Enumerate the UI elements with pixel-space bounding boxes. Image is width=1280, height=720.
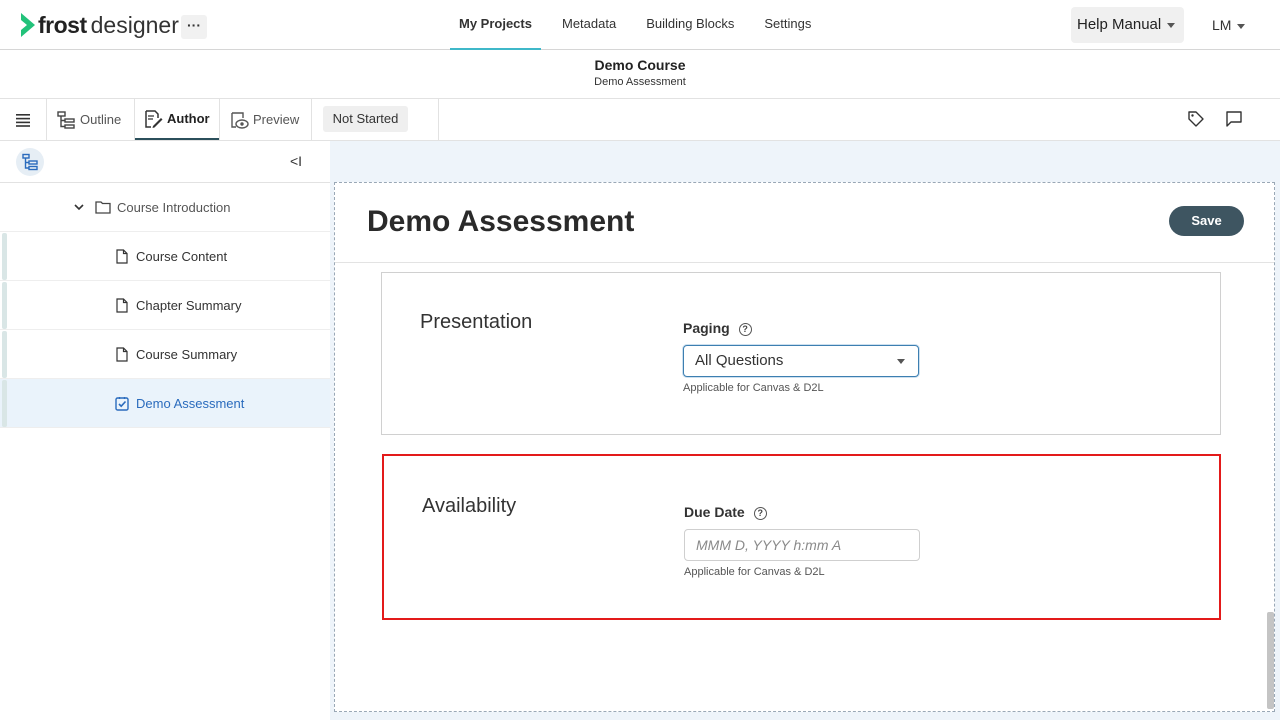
tag-icon <box>1188 111 1204 127</box>
user-menu[interactable]: LM <box>1212 7 1246 43</box>
author-edit-icon <box>145 109 163 128</box>
main-nav: My Projects Metadata Building Blocks Set… <box>450 0 832 50</box>
due-date-label-row: Due Date? <box>684 504 767 520</box>
course-subtitle: Demo Assessment <box>594 76 686 88</box>
hamburger-icon <box>16 113 30 127</box>
toolbar-divider <box>311 99 312 140</box>
assessment-check-icon <box>115 396 129 411</box>
sidebar-item-label: Chapter Summary <box>136 297 242 313</box>
help-circle-icon[interactable]: ? <box>753 507 767 520</box>
sidebar-item-course-content[interactable]: Course Content <box>0 232 330 281</box>
page-icon <box>116 297 128 313</box>
folder-icon <box>95 201 111 214</box>
level-indicator <box>2 331 7 378</box>
sidebar-item-label: Course Content <box>136 248 228 264</box>
logo-text: designer <box>90 11 179 38</box>
sidebar-item-demo-assessment[interactable]: Demo Assessment <box>0 379 330 428</box>
paging-hint: Applicable for Canvas & D2L <box>683 382 824 394</box>
paging-label: Paging <box>683 320 730 336</box>
course-title: Demo Course <box>594 57 686 73</box>
tab-outline-label: Outline <box>80 112 122 127</box>
user-initials: LM <box>1212 17 1232 33</box>
help-manual-dropdown[interactable]: Help Manual <box>1071 7 1184 43</box>
tab-preview[interactable]: Preview <box>229 99 299 140</box>
collapse-sidebar-button[interactable]: <I <box>290 153 302 169</box>
sidebar-item-chapter-summary[interactable]: Chapter Summary <box>0 281 330 330</box>
help-manual-label: Help Manual <box>1077 16 1162 33</box>
availability-heading: Availability <box>422 495 517 517</box>
status-badge[interactable]: Not Started <box>323 106 408 132</box>
chevron-down-icon <box>1167 22 1176 28</box>
sidebar-item-label: Course Introduction <box>117 199 231 215</box>
page-title: Demo Assessment <box>367 205 635 238</box>
save-button[interactable]: Save <box>1169 206 1244 236</box>
tab-outline[interactable]: Outline <box>56 99 121 140</box>
presentation-section: Presentation Paging? All Questions Appli… <box>381 272 1221 435</box>
chevron-down-icon <box>1237 23 1246 29</box>
sidebar-item-course-summary[interactable]: Course Summary <box>0 330 330 379</box>
help-circle-icon[interactable]: ? <box>738 323 752 336</box>
editor-header: Demo Assessment Save <box>335 183 1274 263</box>
editor-toolbar: Outline Author Preview Not Started <box>0 99 1280 141</box>
top-navbar: frost designer ··· My Projects Metadata … <box>0 0 1280 50</box>
hamburger-menu-button[interactable] <box>0 99 47 140</box>
level-indicator <box>2 233 7 280</box>
due-date-label: Due Date <box>684 504 745 520</box>
outline-tree-icon <box>57 110 75 129</box>
toolbar-divider <box>219 99 220 140</box>
toolbar-divider <box>438 99 439 140</box>
comment-icon <box>1226 111 1242 127</box>
nav-my-projects[interactable]: My Projects <box>450 0 541 50</box>
logo-arrow-icon <box>21 13 35 37</box>
sidebar-item-label: Course Summary <box>136 346 238 362</box>
content-scrollbar[interactable] <box>1267 612 1274 709</box>
paging-select-value: All Questions <box>695 352 784 369</box>
tab-author-label: Author <box>167 111 210 126</box>
level-indicator <box>2 282 7 329</box>
tab-author[interactable]: Author <box>135 99 219 140</box>
paging-label-row: Paging? <box>683 320 752 336</box>
logo-text-bold: frost <box>38 11 87 38</box>
due-date-hint: Applicable for Canvas & D2L <box>684 566 825 578</box>
presentation-heading: Presentation <box>420 311 533 333</box>
due-date-input[interactable] <box>684 529 920 561</box>
comment-button[interactable] <box>1225 110 1243 133</box>
sidebar-header: <I <box>0 141 330 183</box>
nav-settings[interactable]: Settings <box>755 0 820 50</box>
outline-sidebar: <I Course Introduction Course Content Ch… <box>0 141 330 720</box>
nav-metadata[interactable]: Metadata <box>553 0 625 50</box>
level-indicator <box>2 380 7 427</box>
tag-button[interactable] <box>1187 110 1205 133</box>
frost-designer-logo[interactable]: frost designer <box>20 10 179 40</box>
chevron-down-icon <box>74 204 84 211</box>
chevron-down-icon <box>897 359 905 364</box>
assessment-editor-panel: Demo Assessment Save Presentation Paging… <box>334 182 1275 712</box>
tree-view-icon <box>22 153 38 171</box>
page-icon <box>116 346 128 362</box>
nav-building-blocks[interactable]: Building Blocks <box>637 0 743 50</box>
paging-select[interactable]: All Questions <box>683 345 919 377</box>
sidebar-item-label: Demo Assessment <box>136 395 245 411</box>
preview-eye-icon <box>231 111 249 129</box>
tree-view-button[interactable] <box>16 148 44 176</box>
availability-section: Availability Due Date? Applicable for Ca… <box>382 454 1221 620</box>
page-icon <box>116 248 128 264</box>
tab-preview-label: Preview <box>253 112 300 127</box>
course-header: Demo Course Demo Assessment <box>0 50 1280 99</box>
more-options-button[interactable]: ··· <box>181 15 207 39</box>
sidebar-item-course-introduction[interactable]: Course Introduction <box>0 183 330 232</box>
